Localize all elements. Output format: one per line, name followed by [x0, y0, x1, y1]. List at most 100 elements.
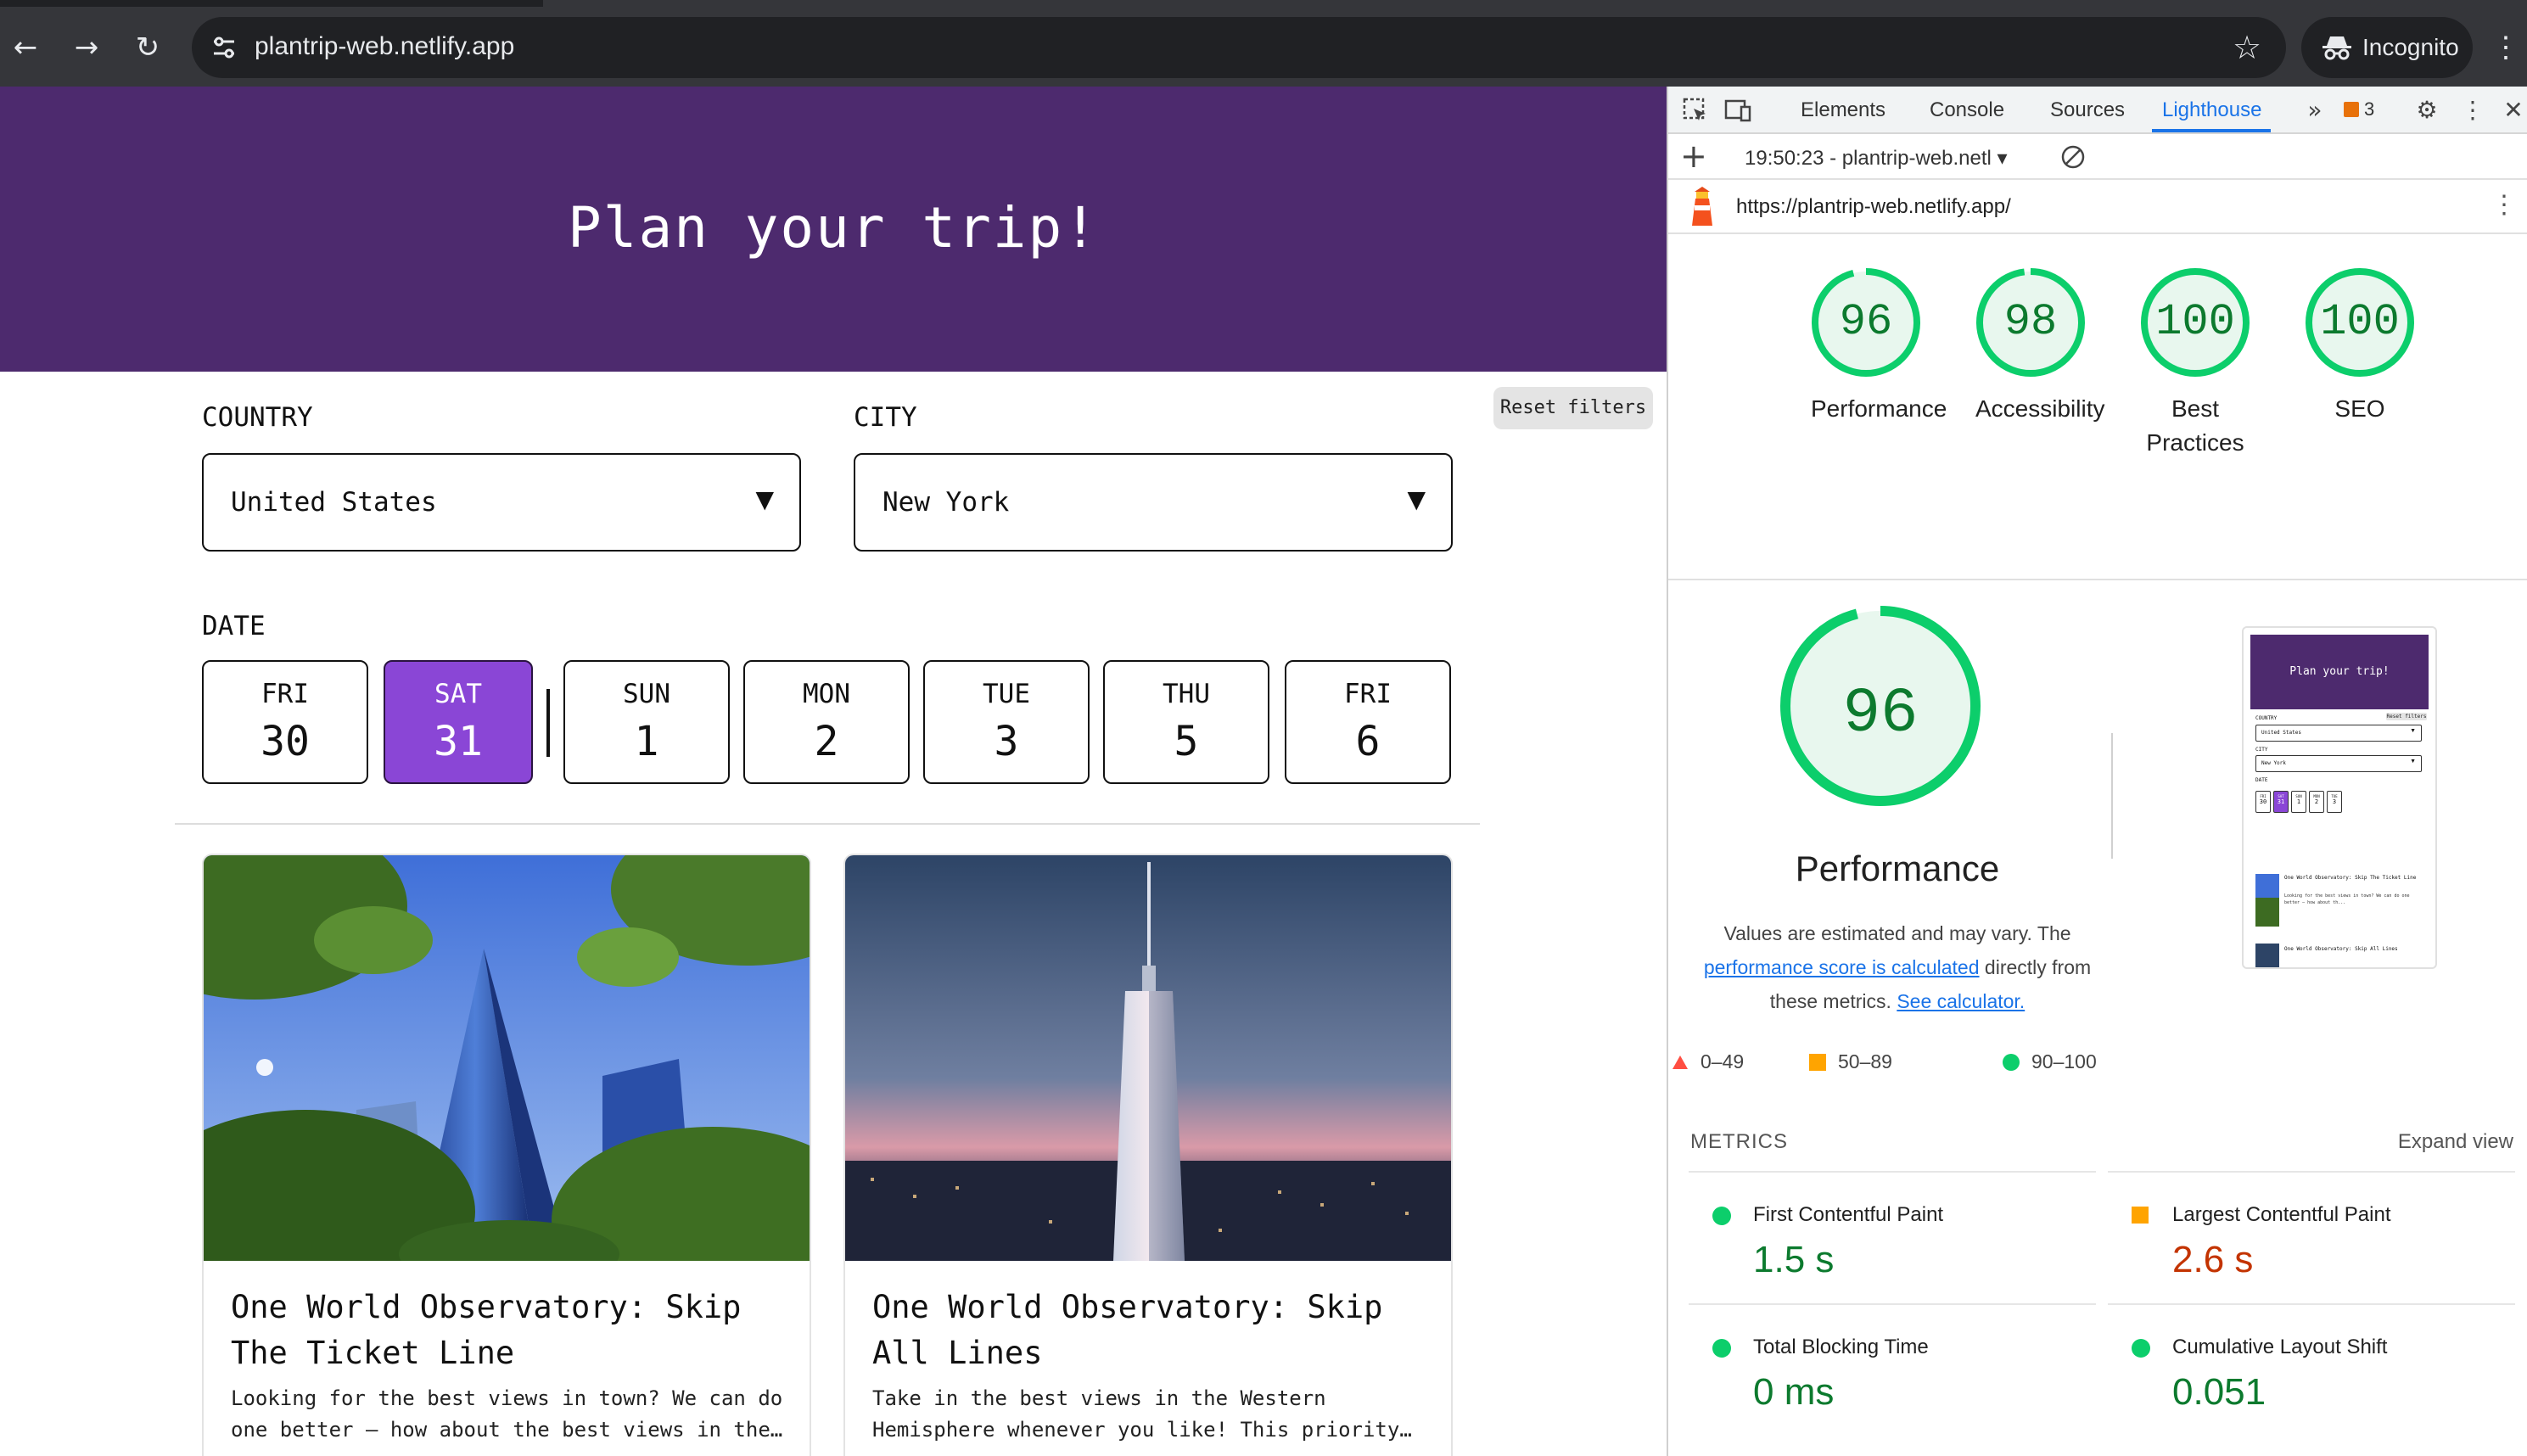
- date-day: 3: [994, 718, 1019, 765]
- thumb-date-day: 1: [2296, 798, 2301, 805]
- date-card[interactable]: THU 5: [1103, 660, 1269, 784]
- date-card[interactable]: TUE 3: [923, 660, 1090, 784]
- audited-url-bar: https://plantrip-web.netlify.app/ ⋮: [1668, 180, 2527, 234]
- tour-card-title[interactable]: One World Observatory: Skip The Ticket L…: [231, 1285, 791, 1376]
- tour-card[interactable]: One World Observatory: Skip The Ticket L…: [202, 854, 811, 1456]
- date-weekday: SAT: [434, 679, 482, 709]
- gauge-score: 100: [2155, 297, 2235, 347]
- expand-view-toggle[interactable]: Expand view: [2398, 1130, 2513, 1154]
- score-gauge-accessibility[interactable]: 98 Accessibility: [1958, 265, 2105, 426]
- gauge-category: Performance: [1811, 395, 1947, 422]
- tour-card-image[interactable]: [845, 855, 1453, 1261]
- country-label: COUNTRY: [202, 402, 313, 433]
- thumb-country-value: United States: [2261, 730, 2301, 736]
- tab-sources[interactable]: Sources: [2050, 98, 2125, 122]
- back-arrow-icon[interactable]: ←: [7, 29, 44, 66]
- date-weekday: SUN: [623, 679, 670, 709]
- gauge-score: 100: [2320, 297, 2400, 347]
- issue-flag-icon: [2344, 102, 2359, 117]
- url-text[interactable]: plantrip-web.netlify.app: [255, 32, 514, 61]
- date-day: 1: [634, 718, 659, 765]
- metric-tbt: Total Blocking Time 0 ms: [1689, 1303, 2096, 1436]
- close-icon[interactable]: ✕: [2498, 95, 2527, 126]
- date-day: 31: [434, 718, 483, 765]
- report-selector[interactable]: 19:50:23 - plantrip-web.netl ▾: [1745, 146, 2008, 171]
- date-card-selected[interactable]: SAT 31: [384, 660, 533, 784]
- dropdown-arrow-icon: ▼: [755, 485, 774, 513]
- gear-icon[interactable]: ⚙: [2412, 95, 2442, 126]
- forward-arrow-icon[interactable]: →: [68, 29, 105, 66]
- thumb-date-day: 3: [2332, 798, 2337, 805]
- final-screenshot-thumbnail[interactable]: Plan your trip! Reset filters COUNTRY Un…: [2242, 626, 2437, 969]
- performance-score-link[interactable]: performance score is calculated: [1704, 956, 1980, 978]
- more-tabs-chevron-icon[interactable]: »: [2300, 95, 2330, 126]
- date-card[interactable]: FRI 6: [1285, 660, 1451, 784]
- new-report-plus-icon[interactable]: +: [1680, 139, 1707, 173]
- country-select[interactable]: United States ▼: [202, 453, 801, 552]
- date-card[interactable]: SUN 1: [563, 660, 730, 784]
- metric-fcp: First Contentful Paint 1.5 s: [1689, 1171, 2096, 1303]
- tab-console[interactable]: Console: [1930, 98, 2004, 122]
- thumb-city-value: New York: [2261, 760, 2286, 766]
- issues-counter[interactable]: 3: [2344, 98, 2374, 120]
- divider: [2111, 733, 2113, 859]
- pass-circle-icon: [1712, 1339, 1731, 1358]
- date-day: 2: [814, 718, 839, 765]
- thumb-date-card: TUE 3: [2327, 791, 2342, 813]
- thumb-card-image: [2255, 944, 2279, 967]
- see-calculator-link[interactable]: See calculator.: [1897, 990, 2025, 1012]
- metric-cls: Cumulative Layout Shift 0.051: [2108, 1303, 2515, 1436]
- thumb-date-day: 30: [2259, 798, 2267, 805]
- score-gauge-performance[interactable]: 96 Performance: [1794, 265, 1947, 426]
- performance-score: 96: [1842, 679, 1919, 750]
- score-gauge-seo[interactable]: 100 SEO: [2288, 265, 2432, 426]
- country-value: United States: [231, 487, 437, 518]
- bookmark-star-icon[interactable]: ☆: [2228, 29, 2266, 66]
- score-gauge-best-practices[interactable]: 100 Best Practices: [2123, 265, 2267, 460]
- date-day: 6: [1355, 718, 1381, 765]
- perf-desc-text: these metrics.: [1769, 990, 1897, 1012]
- city-select[interactable]: New York ▼: [854, 453, 1453, 552]
- report-menu-icon[interactable]: ⋮: [2491, 190, 2517, 221]
- site-settings-icon[interactable]: [207, 31, 241, 64]
- date-weekday: THU: [1163, 679, 1210, 709]
- legend-triangle-icon: [1673, 1056, 1688, 1069]
- lighthouse-logo-icon: [1692, 187, 1712, 226]
- devtools-menu-icon[interactable]: ⋮: [2457, 95, 2488, 126]
- metric-name: First Contentful Paint: [1753, 1203, 1944, 1226]
- gauge-category: Accessibility: [1975, 395, 2105, 422]
- inspect-element-icon[interactable]: [1680, 95, 1711, 126]
- incognito-indicator[interactable]: Incognito: [2301, 17, 2473, 78]
- dropdown-arrow-icon: ▼: [1407, 485, 1426, 513]
- kebab-menu-icon[interactable]: ⋮: [2491, 29, 2520, 66]
- tour-card-title[interactable]: One World Observatory: Skip All Lines: [872, 1285, 1432, 1376]
- perf-desc-text: directly from: [1979, 956, 2092, 978]
- address-bar[interactable]: plantrip-web.netlify.app ☆: [192, 17, 2286, 78]
- divider: [1668, 579, 2527, 580]
- performance-heading: Performance: [1795, 848, 2000, 888]
- tab-elements[interactable]: Elements: [1801, 98, 1885, 122]
- average-square-icon: [2132, 1207, 2149, 1224]
- device-toolbar-icon[interactable]: [1723, 95, 1753, 126]
- metrics-heading: METRICS: [1690, 1130, 1788, 1153]
- thumb-date-card: SUN 1: [2291, 791, 2306, 813]
- date-card[interactable]: FRI 30: [202, 660, 368, 784]
- gauge-score: 96: [1839, 297, 1893, 347]
- reset-filters-button[interactable]: Reset filters: [1493, 387, 1653, 429]
- legend-label: 50–89: [1838, 1050, 1892, 1072]
- clear-reports-icon[interactable]: [2059, 143, 2087, 171]
- gauge-category: SEO: [2334, 395, 2385, 422]
- tour-card[interactable]: One World Observatory: Skip All Lines Ta…: [843, 854, 1453, 1456]
- page-title: Plan your trip!: [567, 195, 1100, 260]
- date-card[interactable]: MON 2: [743, 660, 910, 784]
- hero-banner: Plan your trip!: [0, 87, 1667, 372]
- reload-icon[interactable]: ↻: [129, 29, 166, 66]
- thumb-card-image: [2255, 874, 2279, 927]
- tab-lighthouse[interactable]: Lighthouse: [2162, 98, 2261, 122]
- thumb-country-select: United States ▼: [2255, 725, 2422, 742]
- tour-card-image[interactable]: [204, 855, 811, 1261]
- thumb-card-title: One World Observatory: Skip The Ticket L…: [2284, 875, 2417, 881]
- active-tab-indicator: [2152, 129, 2271, 132]
- gauge-score: 98: [2003, 297, 2058, 347]
- metric-name: Largest Contentful Paint: [2172, 1203, 2391, 1226]
